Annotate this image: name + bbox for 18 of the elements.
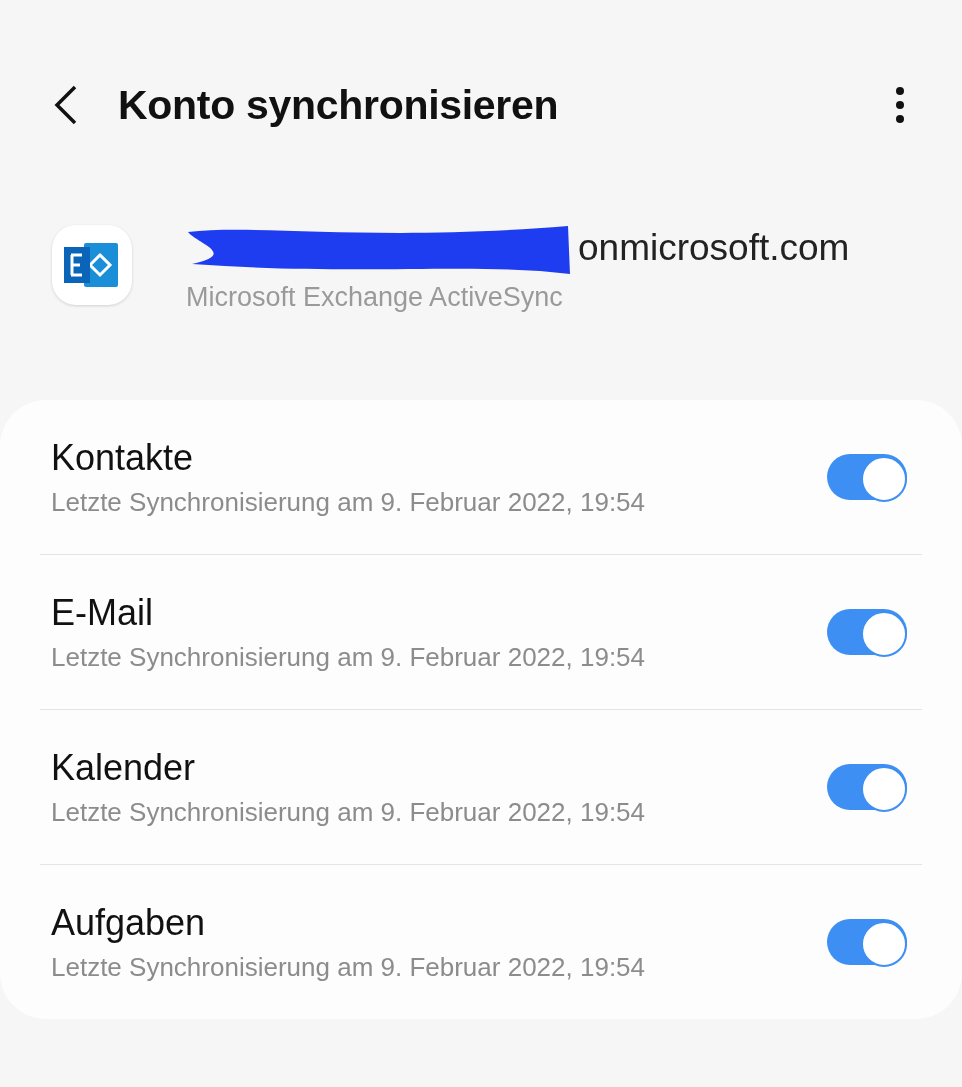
- sync-item-name: E-Mail: [51, 591, 154, 634]
- last-sync-text: Letzte Synchronisierung am 9. Februar 2022, 19:54: [51, 486, 647, 518]
- back-icon: [53, 84, 79, 126]
- sync-toggle[interactable]: [827, 454, 907, 500]
- sync-toggle[interactable]: [827, 609, 907, 655]
- last-sync-text: Letzte Synchronisierung am 9. Februar 2022, 19:54: [51, 796, 647, 828]
- sync-item-name: Kontakte: [51, 436, 195, 479]
- page-title: Konto synchronisieren: [118, 81, 560, 129]
- last-sync-text: Letzte Synchronisierung am 9. Februar 2022, 19:54: [51, 951, 647, 983]
- account-email: onmicrosoft.com: [578, 226, 850, 269]
- last-sync-text: Letzte Synchronisierung am 9. Februar 2022, 19:54: [51, 641, 647, 673]
- sync-item-name: Kalender: [51, 746, 197, 789]
- sync-item-name: Aufgaben: [51, 901, 207, 944]
- sync-toggle[interactable]: [827, 919, 907, 965]
- exchange-app-icon: [52, 225, 132, 305]
- sync-toggle[interactable]: [827, 764, 907, 810]
- account-type: Microsoft Exchange ActiveSync: [186, 281, 564, 313]
- more-options-icon: [895, 86, 905, 124]
